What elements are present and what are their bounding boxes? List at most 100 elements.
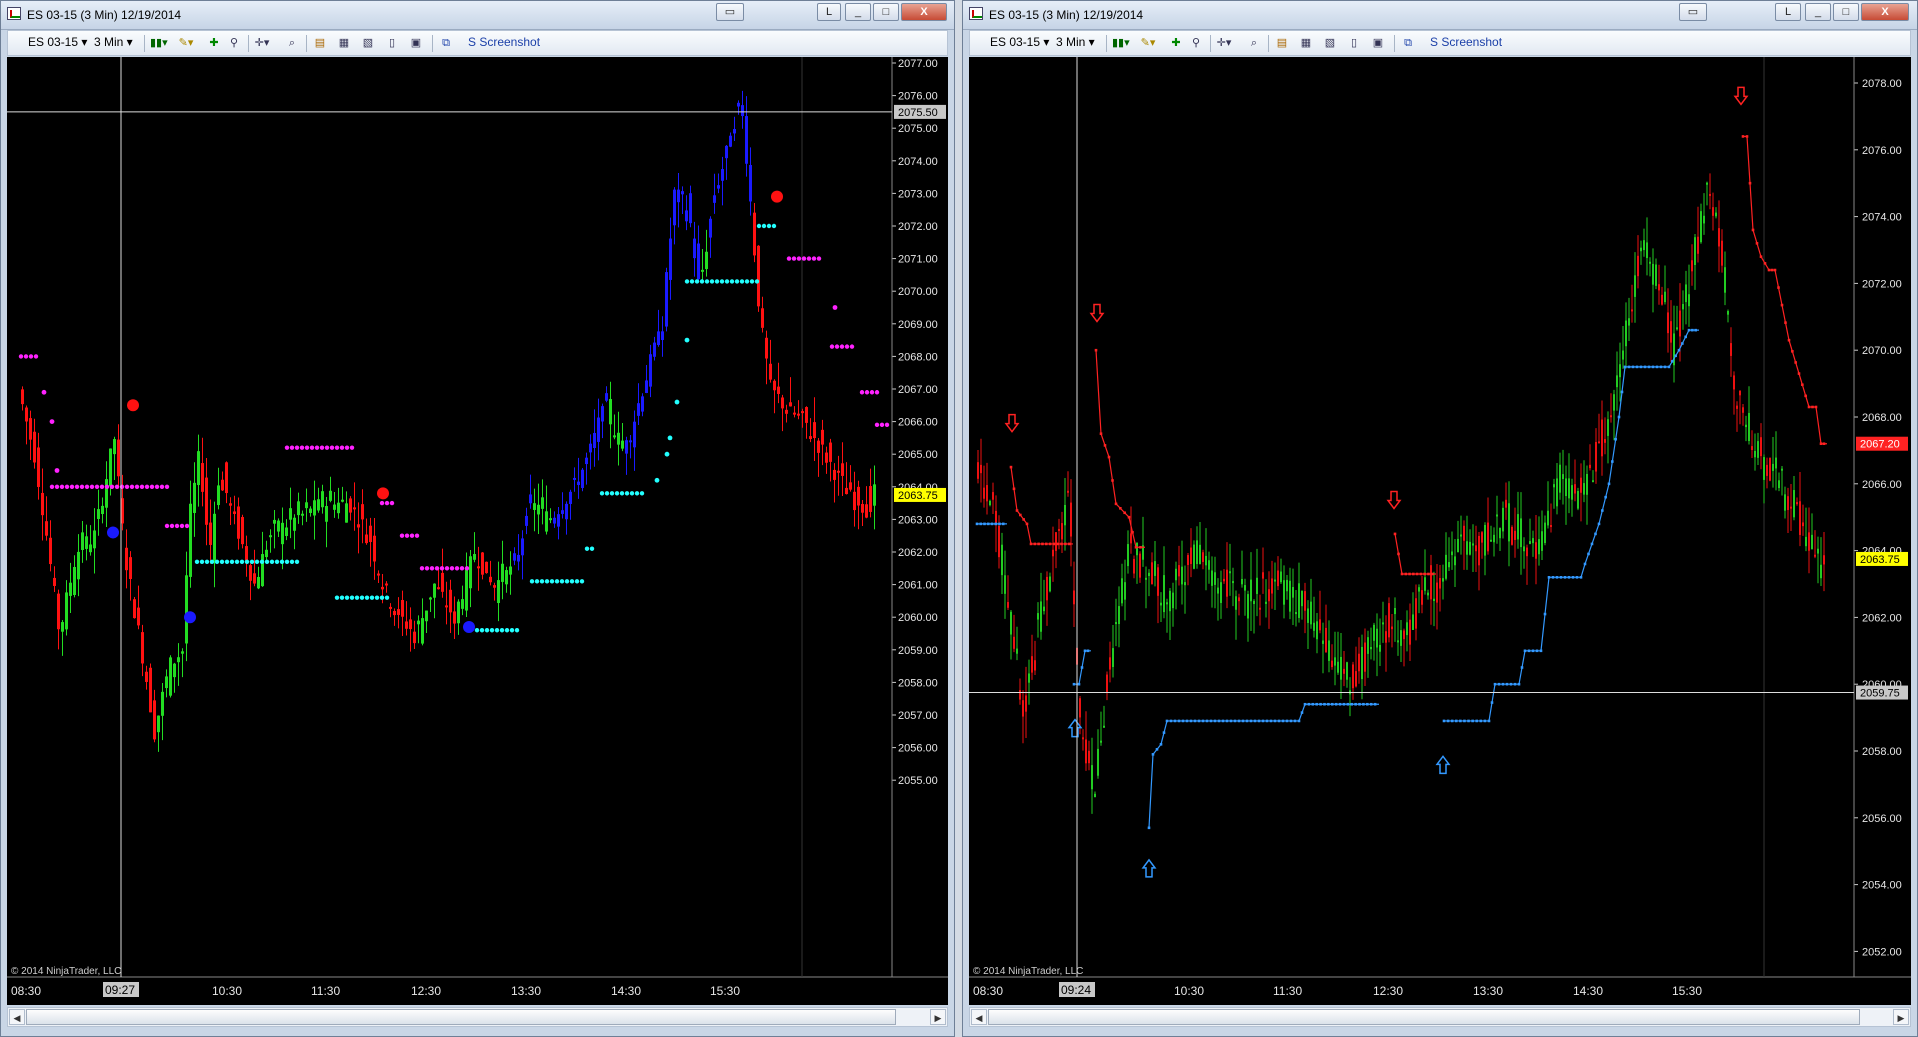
candle-body	[185, 575, 188, 644]
trail-dot	[1408, 572, 1411, 576]
instrument-selector[interactable]: ES 03-15 ▾	[28, 35, 87, 49]
data-box-icon[interactable]: ▦	[336, 36, 352, 50]
chart-canvas[interactable]: 2077.00 2076.00 2075.00 2074.00 2073.00 2072.…	[7, 57, 948, 1005]
trail-dot	[1419, 572, 1423, 576]
properties-icon[interactable]: ▣	[1370, 36, 1386, 50]
restore-icon-button[interactable]: ▭	[1679, 3, 1707, 21]
level-dot	[834, 344, 840, 349]
candle-body	[845, 487, 848, 495]
candle-body	[725, 145, 728, 159]
candlestick-icon[interactable]: ▮▮▾	[150, 36, 168, 50]
horizontal-scrollbar[interactable]: ◀ ▶	[969, 1007, 1911, 1027]
image-icon[interactable]: ▧	[360, 36, 376, 50]
price-axis-label: 2069.00	[898, 319, 938, 331]
link-button[interactable]: L	[1775, 3, 1801, 21]
indicator-icon[interactable]: ✚	[206, 36, 222, 50]
level-dot	[474, 628, 480, 633]
trail-dot	[1454, 719, 1458, 723]
trail-dot	[1009, 465, 1013, 469]
candle-body	[773, 380, 776, 391]
trail-dot	[1369, 702, 1373, 706]
level-dot	[684, 337, 690, 343]
strategy-icon[interactable]: ⚲	[226, 36, 242, 50]
trail-dot	[1671, 360, 1674, 363]
candle-body	[1130, 533, 1132, 544]
indicator-icon[interactable]: ✚	[1168, 36, 1184, 50]
horizontal-scrollbar[interactable]: ◀ ▶	[7, 1007, 948, 1027]
price-chart-left[interactable]: 2077.00 2076.00 2075.00 2074.00 2073.00 2072.…	[7, 57, 948, 1005]
candle-body	[789, 402, 792, 407]
period-selector[interactable]: 3 Min ▾	[94, 35, 133, 49]
candle-body	[1295, 612, 1297, 615]
trail-dot	[1741, 135, 1745, 138]
screenshot-icon[interactable]: ⧉	[1400, 36, 1416, 50]
trail-dot	[1647, 365, 1651, 369]
period-selector[interactable]: 3 Min ▾	[1056, 35, 1095, 49]
properties-icon[interactable]: ▣	[408, 36, 424, 50]
level-dot	[574, 579, 580, 584]
level-dot	[179, 523, 185, 529]
candle-body	[1085, 739, 1087, 764]
pencil-icon[interactable]: ✎▾	[1140, 36, 1156, 50]
pencil-icon[interactable]: ✎▾	[178, 36, 194, 50]
window-title: ES 03-15 (3 Min) 12/19/2014	[27, 8, 182, 22]
doc-icon[interactable]: ▯	[384, 36, 400, 50]
price-axis-label: 2073.00	[898, 188, 938, 200]
level-dot	[314, 445, 320, 450]
close-button[interactable]: X	[1861, 3, 1909, 21]
candle-body	[109, 448, 112, 487]
title-bar[interactable]: ES 03-15 (3 Min) 12/19/2014 ▭ L _ □ X	[1, 1, 954, 30]
level-dot	[379, 500, 385, 506]
screenshot-icon[interactable]: ⧉	[438, 36, 454, 50]
doc-icon[interactable]: ▯	[1346, 36, 1362, 50]
candle-body	[1583, 483, 1585, 495]
strategy-icon[interactable]: ⚲	[1188, 36, 1204, 50]
minimize-button[interactable]: _	[1805, 3, 1831, 21]
link-button[interactable]: L	[817, 3, 841, 21]
minimize-button[interactable]: _	[845, 3, 871, 21]
screenshot-button[interactable]: S Screenshot	[1430, 35, 1502, 49]
scroll-thumb[interactable]	[988, 1009, 1860, 1025]
candle-body	[813, 422, 816, 439]
data-box-icon[interactable]: ▦	[1298, 36, 1314, 50]
level-dot	[714, 279, 720, 284]
maximize-button[interactable]: □	[873, 3, 899, 21]
trail-dot	[1412, 572, 1415, 576]
image-icon[interactable]: ▧	[1322, 36, 1338, 50]
scroll-right-icon[interactable]: ▶	[1893, 1009, 1909, 1025]
candle-body	[1136, 542, 1138, 556]
candle-body	[585, 457, 588, 465]
price-chart-right[interactable]: 2078.00 2076.00 2074.00 2072.00 2070.00 2068.…	[969, 57, 1911, 1005]
candle-body	[1820, 564, 1822, 579]
level-dot	[754, 279, 760, 284]
zoom-icon[interactable]: ⌕	[1246, 36, 1262, 50]
zoom-icon[interactable]: ⌕	[284, 36, 300, 50]
trail-dot	[1607, 482, 1611, 486]
title-bar[interactable]: ES 03-15 (3 Min) 12/19/2014 ▭ L _ □ X	[963, 1, 1917, 30]
candle-body	[613, 435, 616, 438]
scroll-left-icon[interactable]: ◀	[9, 1009, 25, 1025]
screenshot-button[interactable]: S Screenshot	[468, 35, 540, 49]
scroll-right-icon[interactable]: ▶	[930, 1009, 946, 1025]
level-dot	[49, 484, 55, 489]
bars-icon[interactable]: ▤	[1274, 36, 1290, 50]
crosshair-icon[interactable]: ✛▾	[1216, 36, 1232, 50]
bars-icon[interactable]: ▤	[312, 36, 328, 50]
trail-dot	[1064, 542, 1067, 546]
close-button[interactable]: X	[901, 3, 947, 21]
trail-dot	[1015, 509, 1019, 512]
maximize-button[interactable]: □	[1833, 3, 1859, 21]
candle-body	[1700, 211, 1702, 243]
candle-body	[485, 561, 488, 574]
chart-canvas[interactable]: 2078.00 2076.00 2074.00 2072.00 2070.00 2068.…	[969, 57, 1911, 1005]
scroll-thumb[interactable]	[26, 1009, 896, 1025]
level-dot	[614, 491, 620, 496]
scroll-left-icon[interactable]: ◀	[971, 1009, 987, 1025]
candlestick-icon[interactable]: ▮▮▾	[1112, 36, 1130, 50]
restore-icon-button[interactable]: ▭	[716, 3, 744, 21]
sell-arrow-icon	[1733, 86, 1749, 106]
candle-body	[305, 502, 308, 509]
instrument-selector[interactable]: ES 03-15 ▾	[990, 35, 1049, 49]
crosshair-icon[interactable]: ✛▾	[254, 36, 270, 50]
candle-body	[329, 490, 332, 501]
